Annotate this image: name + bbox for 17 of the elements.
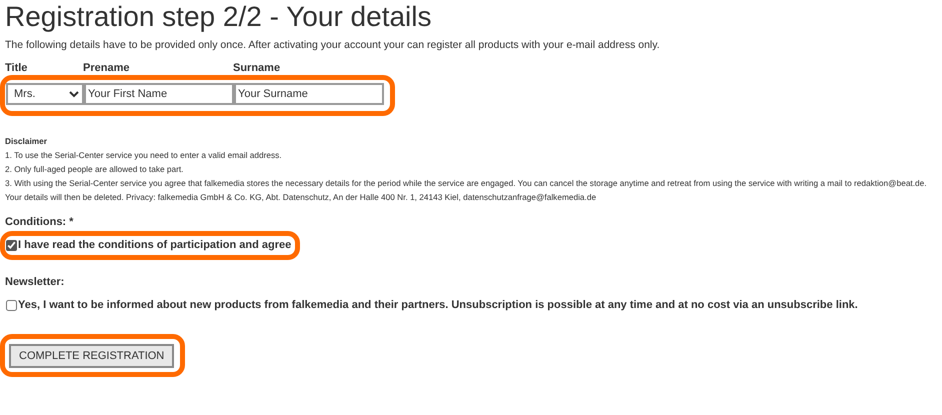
title-select[interactable]: Mrs. bbox=[6, 82, 84, 105]
field-label: Prename bbox=[83, 62, 130, 75]
field-label: Surname bbox=[233, 62, 282, 75]
section-label: Conditions: * bbox=[5, 214, 74, 230]
disclaimer-title: Disclaimer bbox=[5, 134, 48, 148]
submit-button[interactable]: COMPLETE REGISTRATION bbox=[9, 344, 174, 368]
section-label: Newsletter: bbox=[5, 274, 66, 290]
text-field[interactable]: Your First Name bbox=[84, 82, 234, 105]
page-title: Registration step 2/2 - Your details bbox=[5, 0, 432, 34]
text-field[interactable]: Your Surname bbox=[234, 82, 384, 105]
disclaimer-text: 1. To use the Serial-Center service you need to enter a valid email address. bbox=[5, 148, 283, 162]
checkbox-label: Yes, I want to be informed about new products from falkemedia and their partners. Unsubscription is possible at any time and at no cost via an unsubscribe link. bbox=[18, 298, 858, 314]
field-label: Title bbox=[5, 62, 28, 75]
disclaimer-text: 3. With using the Serial-Center service you agree that falkemedia stores the necessary details for the period while the service are engaged. You can cancel the storage anytime and retreat from using the service with writing a mail to redaktion@beat.de. Your details will then be deleted. Privacy: falkemedia GmbH & Co. KG, Abt. Datenschutz, An der Halle 400 Nr. 1, 24143 Kiel, datenschutzanfrage@falkemedia.de bbox=[5, 176, 928, 204]
checkbox-label: I have read the conditions of participation and agree bbox=[18, 238, 292, 254]
disclaimer-text: 2. Only full-aged people are allowed to take part. bbox=[5, 162, 184, 176]
intro-text: The following details have to be provided only once. After activating your account your can register all products with your e-mail address only. bbox=[5, 38, 661, 53]
